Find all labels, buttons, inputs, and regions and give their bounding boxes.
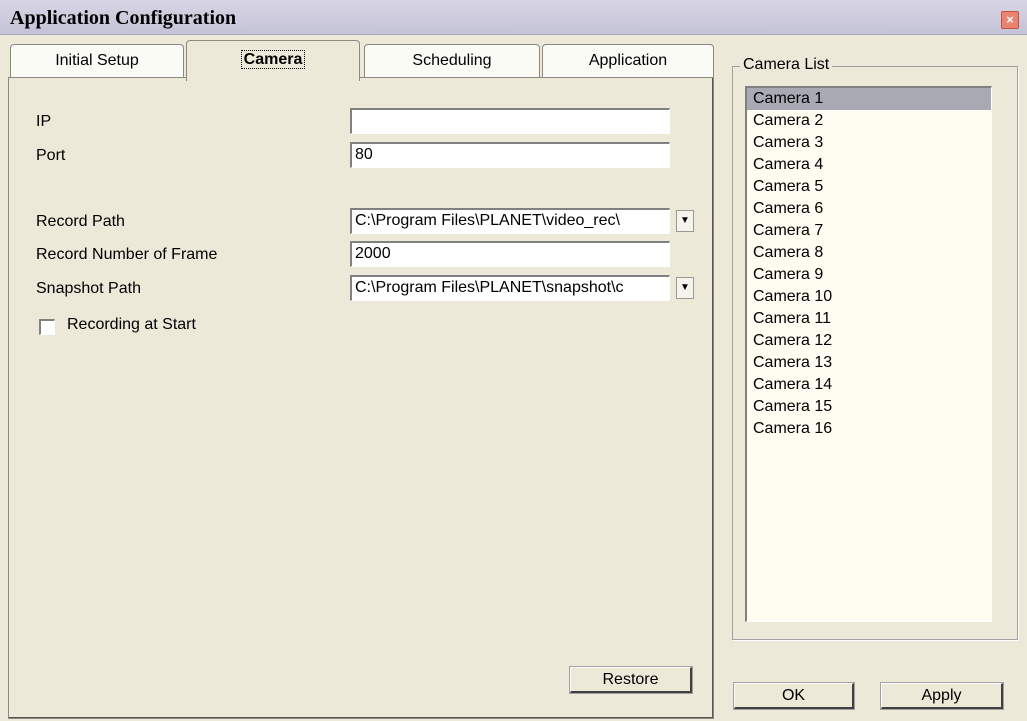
tab-label: Camera xyxy=(240,50,306,69)
list-item[interactable]: Camera 11 xyxy=(747,308,991,330)
restore-button[interactable]: Restore xyxy=(569,666,693,694)
tab-label: Initial Setup xyxy=(55,52,139,69)
record-frames-field[interactable]: 2000 xyxy=(350,241,670,267)
ip-field[interactable] xyxy=(350,108,670,134)
tab-label: Scheduling xyxy=(412,52,492,69)
camera-tab-panel: IP Port 80 Record Path C:\Program Files\… xyxy=(8,77,714,719)
list-item[interactable]: Camera 12 xyxy=(747,330,991,352)
camera-list-title: Camera List xyxy=(740,56,833,74)
ip-label: IP xyxy=(36,113,52,130)
recording-at-start-checkbox[interactable] xyxy=(39,319,55,335)
record-path-dropdown-button[interactable]: ▼ xyxy=(676,210,694,232)
record-path-field[interactable]: C:\Program Files\PLANET\video_rec\ xyxy=(350,208,670,234)
list-item[interactable]: Camera 7 xyxy=(747,220,991,242)
list-item[interactable]: Camera 14 xyxy=(747,374,991,396)
ok-button[interactable]: OK xyxy=(733,682,855,710)
port-field[interactable]: 80 xyxy=(350,142,670,168)
camera-list[interactable]: Camera 1 Camera 2 Camera 3 Camera 4 Came… xyxy=(745,86,992,622)
list-item[interactable]: Camera 3 xyxy=(747,132,991,154)
record-frames-label: Record Number of Frame xyxy=(36,246,218,263)
snapshot-path-label: Snapshot Path xyxy=(36,280,141,297)
list-item[interactable]: Camera 15 xyxy=(747,396,991,418)
list-item[interactable]: Camera 5 xyxy=(747,176,991,198)
tab-camera[interactable]: Camera xyxy=(186,40,360,81)
chevron-down-icon: ▼ xyxy=(680,215,690,226)
tab-initial-setup[interactable]: Initial Setup xyxy=(10,44,184,79)
list-item[interactable]: Camera 1 xyxy=(747,88,991,110)
list-item[interactable]: Camera 9 xyxy=(747,264,991,286)
window-title: Application Configuration xyxy=(10,7,237,29)
recording-at-start-label: Recording at Start xyxy=(67,316,196,333)
tab-label: Application xyxy=(588,52,668,69)
port-label: Port xyxy=(36,147,66,164)
record-path-label: Record Path xyxy=(36,213,125,230)
tab-scheduling[interactable]: Scheduling xyxy=(364,44,540,79)
close-icon: × xyxy=(1006,12,1014,27)
list-item[interactable]: Camera 16 xyxy=(747,418,991,440)
list-item[interactable]: Camera 2 xyxy=(747,110,991,132)
list-item[interactable]: Camera 4 xyxy=(747,154,991,176)
snapshot-path-field[interactable]: C:\Program Files\PLANET\snapshot\c xyxy=(350,275,670,301)
tab-application[interactable]: Application xyxy=(542,44,714,79)
close-button[interactable]: × xyxy=(1001,11,1019,29)
chevron-down-icon: ▼ xyxy=(680,282,690,293)
list-item[interactable]: Camera 6 xyxy=(747,198,991,220)
list-item[interactable]: Camera 13 xyxy=(747,352,991,374)
title-bar: Application Configuration × xyxy=(0,0,1027,35)
snapshot-path-dropdown-button[interactable]: ▼ xyxy=(676,277,694,299)
list-item[interactable]: Camera 8 xyxy=(747,242,991,264)
apply-button[interactable]: Apply xyxy=(880,682,1004,710)
list-item[interactable]: Camera 10 xyxy=(747,286,991,308)
